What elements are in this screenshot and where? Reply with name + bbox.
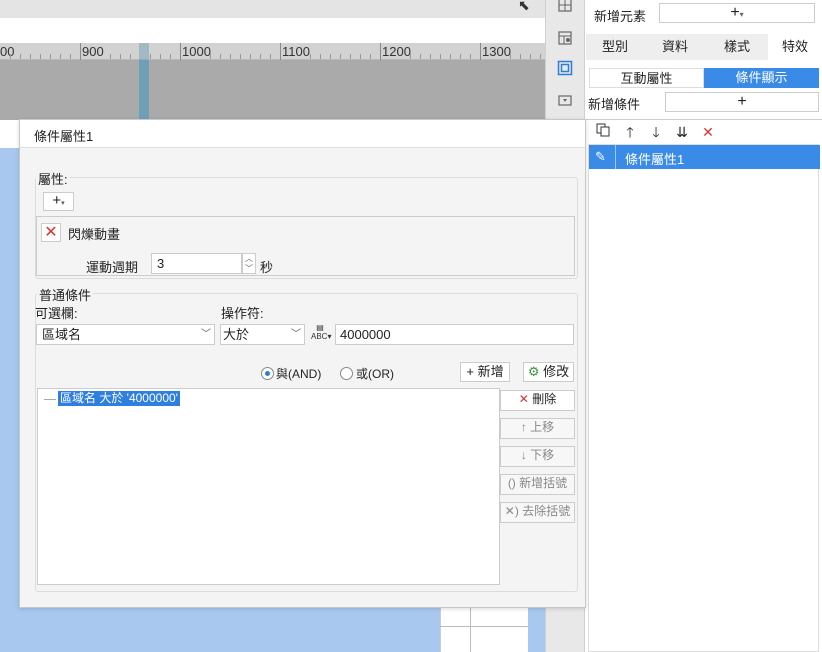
or-label[interactable]: 或(OR) — [356, 365, 394, 382]
condition-group-label: 普通條件 — [37, 285, 94, 304]
subtab-conditional-display[interactable]: 條件顯示 — [704, 68, 819, 88]
ruler-guide-marker — [139, 43, 149, 60]
add-property-button[interactable]: +▾ — [43, 192, 74, 211]
operator-select[interactable]: 大於 ﹀ — [220, 324, 305, 345]
tab-style[interactable]: 樣式 — [706, 34, 768, 60]
period-stepper[interactable]: ︿ ﹀ — [242, 253, 256, 274]
bracket-icon: () — [507, 476, 516, 490]
ruler-label: 1100 — [282, 44, 310, 59]
new-element-label: 新增元素 — [594, 9, 647, 24]
chevron-down-icon: ﹀ — [201, 329, 211, 340]
properties-panel: 新增元素 +▾ 型別 資料 樣式 特效 互動屬性 條件顯示 新增條件 + 🡑 🡓… — [586, 0, 822, 652]
value-type-icon[interactable]: ▤ ABC▾ — [311, 323, 331, 345]
chevron-down-icon: ▾ — [739, 10, 744, 19]
canvas-area — [0, 60, 545, 120]
canvas-grid-line — [440, 626, 528, 627]
delete-button[interactable]: ✕ 刪除 — [500, 390, 575, 411]
edit-pen-icon[interactable]: ✎ — [595, 148, 611, 166]
condition-toolbar: 🡑 🡓 ⇊ ✕ — [586, 119, 822, 143]
period-label: 運動週期 — [86, 260, 139, 275]
move-up-button[interactable]: ↑ 上移 — [500, 418, 575, 439]
property-name: 閃爍動畫 — [68, 227, 121, 242]
condition-list: ✎ 條件屬性1 — [588, 144, 820, 652]
ruler-label: 900 — [82, 44, 104, 59]
remove-bracket-button[interactable]: ✕) 去除括號 — [500, 502, 575, 523]
copy-icon[interactable] — [594, 122, 612, 142]
plus-icon: + — [730, 4, 740, 21]
canvas-table-block — [440, 607, 528, 652]
condition-tree: 區域名 大於 '4000000' — [37, 388, 500, 585]
new-condition-label: 新增條件 — [588, 97, 641, 112]
tab-data[interactable]: 資料 — [644, 34, 706, 60]
ruler-label: 1300 — [482, 44, 511, 59]
component-settings-icon[interactable] — [555, 60, 575, 80]
delete-property-icon[interactable]: ✕ — [41, 223, 61, 242]
tree-connector — [44, 399, 56, 400]
list-item-label: 條件屬性1 — [625, 152, 685, 167]
tab-effects[interactable]: 特效 — [768, 34, 822, 60]
new-element-button[interactable]: +▾ — [659, 3, 815, 23]
subtab-interaction[interactable]: 互動屬性 — [589, 68, 704, 88]
effects-subtabs: 互動屬性 條件顯示 — [589, 68, 819, 88]
close-icon: ✕ — [518, 392, 529, 406]
and-label[interactable]: 與(AND) — [276, 365, 321, 382]
list-item[interactable]: ✎ 條件屬性1 — [589, 145, 820, 169]
add-condition-button[interactable]: + 新增 — [460, 362, 510, 382]
properties-label: 屬性: — [36, 169, 70, 188]
condition-properties-dialog: 條件屬性1 屬性: +▾ ✕ 閃爍動畫 運動週期 3 ︿ ﹀ 秒 普通條件 可選欄… — [19, 119, 586, 608]
arrow-down-icon: ↓ — [520, 448, 527, 462]
move-down-button[interactable]: ↓ 下移 — [500, 446, 575, 467]
delete-icon[interactable]: ✕ — [699, 122, 717, 142]
plus-icon: + — [466, 364, 474, 379]
period-input[interactable]: 3 — [151, 253, 242, 274]
condition-expression-item[interactable]: 區域名 大於 '4000000' — [58, 391, 180, 406]
operator-label: 操作符: — [221, 306, 264, 321]
modify-icon: ⚙ — [527, 364, 540, 379]
new-condition-button[interactable]: + — [665, 92, 819, 112]
canvas-top-bar — [0, 0, 545, 18]
property-tabs: 型別 資料 樣式 特效 — [586, 34, 822, 60]
tab-type[interactable]: 型別 — [586, 34, 644, 60]
ruler-label: 1000 — [182, 44, 211, 59]
add-bracket-button[interactable]: () 新增括號 — [500, 474, 575, 495]
move-down-icon[interactable]: 🡓 — [647, 122, 665, 142]
cell-element-icon[interactable] — [555, 30, 575, 50]
ruler-label: 00 — [0, 44, 15, 59]
modify-button[interactable]: ⚙ 修改 — [523, 362, 574, 382]
dialog-title: 條件屬性1 — [34, 129, 94, 144]
period-unit: 秒 — [260, 260, 274, 275]
horizontal-ruler: 00 900 1000 1100 1200 1300 — [0, 43, 545, 60]
field-label: 可選欄: — [35, 306, 78, 321]
widget-icon[interactable] — [555, 92, 575, 112]
move-bottom-icon[interactable]: ⇊ — [673, 122, 691, 142]
arrow-up-icon: ↑ — [520, 420, 527, 434]
plus-icon: + — [52, 192, 62, 209]
condition-value-input[interactable]: 4000000 — [335, 324, 574, 345]
canvas-grid-line — [470, 607, 471, 652]
field-select[interactable]: 區域名 ﹀ — [36, 324, 215, 345]
move-up-icon[interactable]: 🡑 — [621, 122, 639, 142]
layout-icon[interactable] — [555, 0, 575, 17]
cursor-icon: ⬉ — [518, 0, 530, 13]
and-radio[interactable] — [261, 367, 274, 380]
operator-select-value: 大於 — [223, 327, 250, 342]
guide-line[interactable] — [139, 60, 149, 120]
remove-bracket-icon: ✕) — [504, 504, 519, 518]
or-radio[interactable] — [340, 367, 353, 380]
chevron-down-icon: ﹀ — [291, 329, 301, 340]
ruler-label: 1200 — [382, 44, 411, 59]
field-select-value: 區域名 — [42, 327, 82, 342]
